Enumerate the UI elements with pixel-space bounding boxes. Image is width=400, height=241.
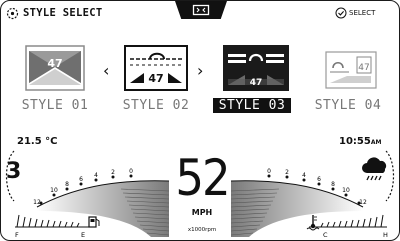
style-01-number: 47 [47, 57, 62, 70]
style-03-label[interactable]: STYLE 03 [213, 98, 291, 113]
clock-suffix: AM [370, 139, 382, 146]
prev-style-button[interactable]: ‹ [103, 61, 109, 80]
coolant-gauge [309, 214, 387, 228]
left-tick-12: 12 [33, 199, 41, 206]
select-button[interactable]: SELECT [349, 9, 375, 17]
clock-time: 10:55 [339, 136, 371, 147]
right-tick-10: 10 [342, 187, 350, 194]
right-tick-2: 2 [285, 169, 289, 176]
style-02-preview: 47 [124, 45, 188, 91]
gear-indicator: 3 [6, 159, 22, 184]
left-tick-8: 8 [65, 181, 69, 188]
right-tick-0: 0 [267, 168, 271, 175]
style-01-preview: 47 [25, 45, 85, 91]
check-circle-icon [335, 7, 347, 19]
style-04-preview: 47 [325, 51, 377, 89]
dashboard-screen: STYLE SELECT SELECT 47 ‹ 47 › 47 47 STYL… [0, 0, 400, 241]
frame-icon [192, 4, 210, 16]
right-tick-6: 6 [317, 176, 321, 183]
coolant-cold-label: C [323, 231, 328, 239]
style-01-label[interactable]: STYLE 01 [10, 98, 100, 113]
style-04-number: 47 [358, 63, 369, 73]
left-tick-6: 6 [79, 176, 83, 183]
fuel-full-label: F [15, 231, 19, 239]
style-02-label[interactable]: STYLE 02 [111, 98, 201, 113]
left-tick-4: 4 [94, 172, 98, 179]
coolant-hot-label: H [383, 231, 388, 239]
fuel-pump-icon [88, 216, 100, 228]
left-tick-10: 10 [50, 187, 58, 194]
right-tick-12: 12 [359, 199, 367, 206]
fuel-empty-label: E [81, 231, 85, 239]
left-tick-0: 0 [129, 168, 133, 175]
temperature-readout: 21.5 °C [17, 136, 58, 147]
style-02-number: 47 [148, 72, 163, 85]
dial-icon [6, 7, 19, 20]
style-04-label[interactable]: STYLE 04 [303, 98, 393, 113]
page-title: STYLE SELECT [23, 7, 103, 19]
speed-readout: 52 [175, 149, 230, 207]
clock-readout: 10:55AM [339, 136, 381, 147]
thermometer-icon [306, 215, 320, 231]
next-style-button[interactable]: › [197, 61, 203, 80]
right-tick-4: 4 [302, 172, 306, 179]
style-03-number: 47 [250, 78, 263, 88]
style-03-preview: 47 [223, 45, 289, 91]
weather-bracket [385, 150, 395, 202]
left-tick-2: 2 [111, 169, 115, 176]
rain-cloud-icon [362, 157, 387, 181]
fuel-gauge [15, 214, 91, 228]
right-tick-8: 8 [331, 181, 335, 188]
rpm-unit: x1000rpm [187, 227, 217, 233]
speed-unit: MPH [191, 208, 213, 217]
